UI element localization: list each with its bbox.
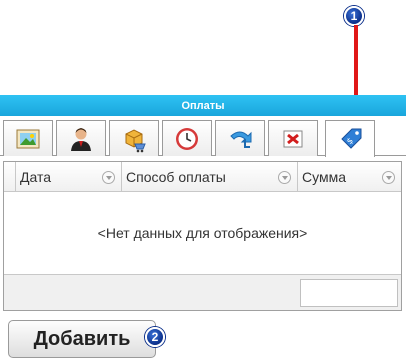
filter-icon[interactable]	[382, 171, 395, 184]
price-tag-icon: $	[341, 128, 362, 149]
tab-strip: $	[0, 116, 406, 157]
grid-header: Дата Способ оплаты Сумма	[4, 162, 401, 192]
column-label: Сумма	[302, 169, 346, 185]
clock-icon	[176, 127, 198, 150]
filter-icon[interactable]	[102, 171, 115, 184]
add-button[interactable]: Добавить	[8, 320, 156, 358]
redo-arrow-icon	[230, 131, 252, 148]
grid-footer	[4, 274, 401, 310]
row-indicator-header	[4, 162, 16, 192]
tab-cart[interactable]	[109, 120, 159, 156]
panel-title-bar: Оплаты	[0, 95, 406, 116]
tab-person[interactable]	[56, 120, 106, 156]
delete-icon	[283, 130, 303, 147]
callout-badge-2: 2	[145, 327, 165, 347]
tab-photo[interactable]	[3, 120, 53, 156]
person-icon	[71, 127, 91, 151]
box-cart-icon	[125, 128, 146, 152]
tab-payments[interactable]: $	[325, 120, 375, 157]
photo-icon	[16, 129, 40, 148]
column-header-date[interactable]: Дата	[16, 162, 122, 192]
column-label: Способ оплаты	[126, 169, 226, 185]
panel-title: Оплаты	[181, 99, 225, 112]
tab-clock[interactable]	[162, 120, 212, 156]
amount-total-cell	[300, 279, 398, 307]
column-header-amount[interactable]: Сумма	[298, 162, 401, 192]
payments-grid: Дата Способ оплаты Сумма <Нет данных для…	[3, 161, 402, 311]
column-header-payment-method[interactable]: Способ оплаты	[122, 162, 298, 192]
empty-message: <Нет данных для отображения>	[97, 225, 308, 241]
filter-icon[interactable]	[278, 171, 291, 184]
tab-redo[interactable]	[215, 120, 265, 156]
callout-badge-1: 1	[344, 6, 364, 26]
tab-delete[interactable]	[268, 120, 318, 156]
column-label: Дата	[20, 169, 52, 185]
